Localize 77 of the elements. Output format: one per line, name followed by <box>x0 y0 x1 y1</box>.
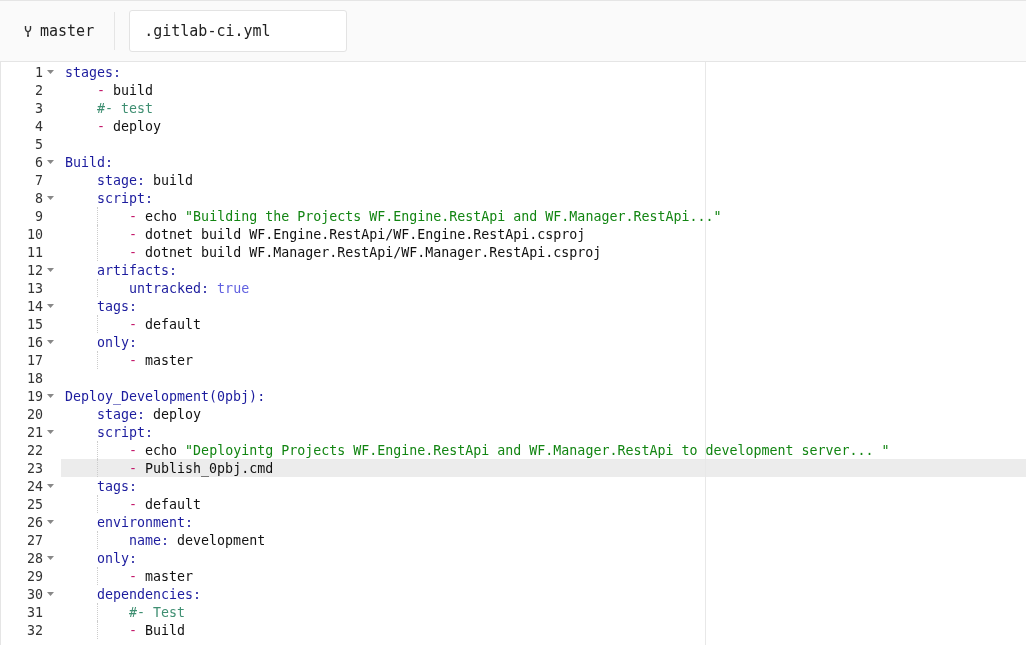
code-line: environment: <box>96 514 194 530</box>
code-line: - deploy <box>96 118 162 134</box>
line-number: 4 <box>35 118 43 134</box>
fold-caret-icon[interactable] <box>46 520 54 524</box>
line-number: 26 <box>27 514 43 530</box>
fold-caret-icon[interactable] <box>46 556 54 560</box>
line-number: 12 <box>27 262 43 278</box>
fold-caret-icon[interactable] <box>46 394 54 398</box>
fold-caret-icon[interactable] <box>46 196 54 200</box>
line-number: 14 <box>27 298 43 314</box>
line-number: 5 <box>35 136 43 152</box>
line-number: 22 <box>27 442 43 458</box>
line-number: 7 <box>35 172 43 188</box>
fold-caret-icon[interactable] <box>46 592 54 596</box>
code-line: - default <box>128 496 202 512</box>
line-number: 3 <box>35 100 43 116</box>
code-line: only: <box>96 334 138 350</box>
line-number: 23 <box>27 460 43 476</box>
line-number: 16 <box>27 334 43 350</box>
fold-caret-icon[interactable] <box>46 268 54 272</box>
line-number: 17 <box>27 352 43 368</box>
fold-caret-icon[interactable] <box>46 484 54 488</box>
line-number: 6 <box>35 154 43 170</box>
code-line: - dotnet build WF.Engine.RestApi/WF.Engine.RestApi.csproj <box>128 226 586 242</box>
line-number: 9 <box>35 208 43 224</box>
line-number: 19 <box>27 388 43 404</box>
code-line: tags: <box>96 298 138 314</box>
line-number: 28 <box>27 550 43 566</box>
code-line: untracked: true <box>128 280 250 296</box>
code-line: tags: <box>96 478 138 494</box>
line-number: 32 <box>27 622 43 638</box>
line-number: 20 <box>27 406 43 422</box>
code-line: - Build <box>128 622 186 638</box>
line-number: 24 <box>27 478 43 494</box>
line-number: 21 <box>27 424 43 440</box>
code-line: name: development <box>128 532 266 548</box>
fold-caret-icon[interactable] <box>46 304 54 308</box>
line-number: 11 <box>27 244 43 260</box>
fold-caret-icon[interactable] <box>46 70 54 74</box>
fold-caret-icon[interactable] <box>46 430 54 434</box>
branch-icon <box>24 25 32 37</box>
code-line: - dotnet build WF.Manager.RestApi/WF.Manager.RestApi.csproj <box>128 244 602 260</box>
code-line: - default <box>128 316 202 332</box>
line-number: 1 <box>35 64 43 80</box>
line-number: 31 <box>27 604 43 620</box>
code-line: - echo "Deployintg Projects WF.Engine.RestApi and WF.Manager.RestApi to development server... " <box>128 442 890 458</box>
code-line: stage: deploy <box>96 406 202 422</box>
code-line: stages: <box>65 64 122 80</box>
code-line: - Publish_0pbj.cmd <box>128 460 274 476</box>
line-number: 18 <box>27 370 43 386</box>
code-line: script: <box>96 190 154 206</box>
line-number: 25 <box>27 496 43 512</box>
code-line: script: <box>96 424 154 440</box>
line-number: 8 <box>35 190 43 206</box>
line-number: 30 <box>27 586 43 602</box>
code-line: #- test <box>96 100 154 116</box>
line-number: 2 <box>35 82 43 98</box>
line-number: 13 <box>27 280 43 296</box>
code-line: artifacts: <box>96 262 178 278</box>
code-line: - build <box>96 82 154 98</box>
line-number: 15 <box>27 316 43 332</box>
code-line: - master <box>128 352 194 368</box>
fold-caret-icon[interactable] <box>46 340 54 344</box>
code-line: - echo "Building the Projects WF.Engine.RestApi and WF.Manager.RestApi..." <box>128 208 722 224</box>
line-number: 10 <box>27 226 43 242</box>
line-number: 27 <box>27 532 43 548</box>
code-line: dependencies: <box>96 586 202 602</box>
line-number: 29 <box>27 568 43 584</box>
code-line: Build: <box>65 154 114 170</box>
code-line: Deploy_Development(0pbj): <box>65 388 266 404</box>
code-line: only: <box>96 550 138 566</box>
fold-caret-icon[interactable] <box>46 160 54 164</box>
branch-name[interactable]: master <box>40 22 95 40</box>
code-line: - master <box>128 568 194 584</box>
code-line: #- Test <box>128 604 186 620</box>
file-name-field[interactable]: .gitlab-ci.yml <box>129 10 348 52</box>
code-line: stage: build <box>96 172 194 188</box>
